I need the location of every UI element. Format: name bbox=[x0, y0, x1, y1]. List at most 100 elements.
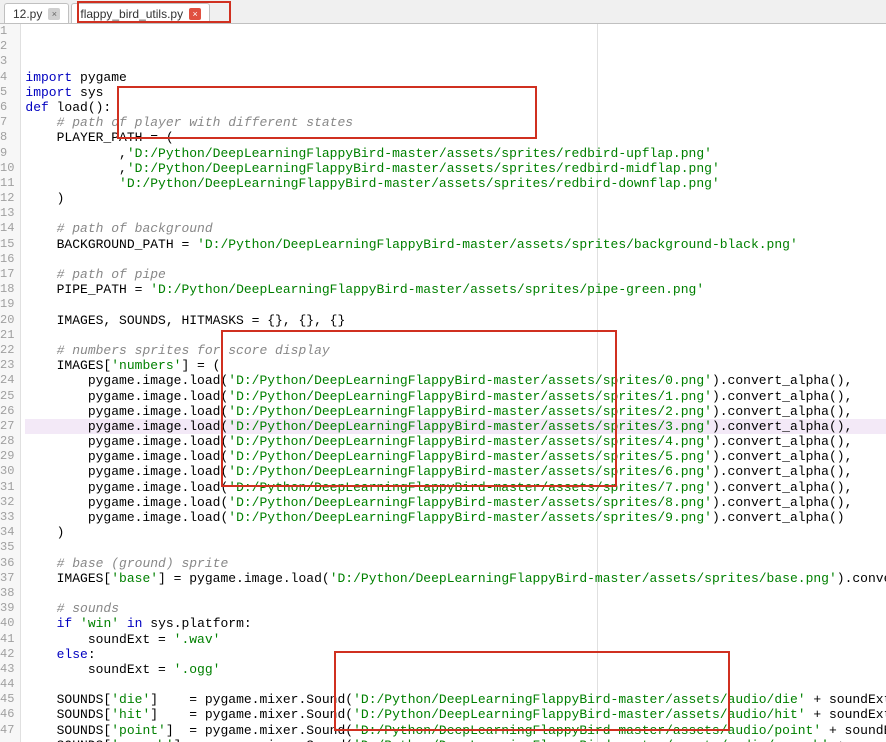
code-line[interactable]: else: bbox=[25, 647, 886, 662]
code-line[interactable] bbox=[25, 677, 886, 692]
line-number: 28 bbox=[0, 434, 14, 449]
line-number: 43 bbox=[0, 662, 14, 677]
line-number: 20 bbox=[0, 313, 14, 328]
line-number: 12 bbox=[0, 191, 14, 206]
line-number: 38 bbox=[0, 586, 14, 601]
code-line[interactable]: if 'win' in sys.platform: bbox=[25, 616, 886, 631]
line-number: 44 bbox=[0, 677, 14, 692]
code-line[interactable]: pygame.image.load('D:/Python/DeepLearnin… bbox=[25, 464, 886, 479]
code-line[interactable]: pygame.image.load('D:/Python/DeepLearnin… bbox=[25, 510, 886, 525]
line-number: 23 bbox=[0, 358, 14, 373]
code-line[interactable]: pygame.image.load('D:/Python/DeepLearnin… bbox=[25, 434, 886, 449]
code-line[interactable]: import sys bbox=[25, 85, 886, 100]
code-line[interactable]: SOUNDS['point'] = pygame.mixer.Sound('D:… bbox=[25, 723, 886, 738]
line-number: 42 bbox=[0, 647, 14, 662]
code-line[interactable]: # path of player with different states bbox=[25, 115, 886, 130]
code-line[interactable]: pygame.image.load('D:/Python/DeepLearnin… bbox=[25, 495, 886, 510]
line-number: 16 bbox=[0, 252, 14, 267]
tab-label: 12.py bbox=[13, 7, 42, 21]
line-number: 1 bbox=[0, 24, 14, 39]
code-line[interactable] bbox=[25, 297, 886, 312]
line-number: 37 bbox=[0, 571, 14, 586]
line-number: 7 bbox=[0, 115, 14, 130]
tab-flappy-bird-utils[interactable]: flappy_bird_utils.py × bbox=[71, 3, 210, 23]
code-line[interactable] bbox=[25, 206, 886, 221]
code-line[interactable]: SOUNDS['swoosh'] = pygame.mixer.Sound('D… bbox=[25, 738, 886, 742]
modified-icon[interactable]: × bbox=[189, 8, 201, 20]
tab-12py[interactable]: 12.py × bbox=[4, 3, 69, 23]
line-number: 33 bbox=[0, 510, 14, 525]
line-number: 29 bbox=[0, 449, 14, 464]
code-line[interactable] bbox=[25, 328, 886, 343]
line-number: 32 bbox=[0, 495, 14, 510]
line-number: 18 bbox=[0, 282, 14, 297]
code-line[interactable]: pygame.image.load('D:/Python/DeepLearnin… bbox=[25, 404, 886, 419]
line-number: 14 bbox=[0, 221, 14, 236]
line-number: 3 bbox=[0, 54, 14, 69]
code-line[interactable]: IMAGES, SOUNDS, HITMASKS = {}, {}, {} bbox=[25, 313, 886, 328]
line-number: 35 bbox=[0, 540, 14, 555]
line-number: 45 bbox=[0, 692, 14, 707]
code-line[interactable]: ,'D:/Python/DeepLearningFlappyBird-maste… bbox=[25, 146, 886, 161]
line-number: 36 bbox=[0, 556, 14, 571]
code-area[interactable]: import pygameimport sysdef load(): # pat… bbox=[21, 24, 886, 742]
line-number: 5 bbox=[0, 85, 14, 100]
line-number: 41 bbox=[0, 632, 14, 647]
code-line[interactable]: soundExt = '.wav' bbox=[25, 632, 886, 647]
line-number: 17 bbox=[0, 267, 14, 282]
code-line[interactable]: IMAGES['numbers'] = ( bbox=[25, 358, 886, 373]
editor[interactable]: 1234567891011121314151617181920212223242… bbox=[0, 24, 886, 742]
line-number: 34 bbox=[0, 525, 14, 540]
code-line[interactable] bbox=[25, 540, 886, 555]
line-number: 6 bbox=[0, 100, 14, 115]
line-number: 11 bbox=[0, 176, 14, 191]
line-number: 25 bbox=[0, 389, 14, 404]
line-number: 27 bbox=[0, 419, 14, 434]
code-line[interactable]: IMAGES['base'] = pygame.image.load('D:/P… bbox=[25, 571, 886, 586]
code-line[interactable] bbox=[25, 252, 886, 267]
line-number: 8 bbox=[0, 130, 14, 145]
line-number: 2 bbox=[0, 39, 14, 54]
line-number: 26 bbox=[0, 404, 14, 419]
code-line[interactable]: soundExt = '.ogg' bbox=[25, 662, 886, 677]
code-line[interactable]: pygame.image.load('D:/Python/DeepLearnin… bbox=[25, 389, 886, 404]
code-line[interactable] bbox=[25, 586, 886, 601]
tab-bar: 12.py × flappy_bird_utils.py × bbox=[0, 0, 886, 24]
line-number: 15 bbox=[0, 237, 14, 252]
code-line[interactable]: # numbers sprites for score display bbox=[25, 343, 886, 358]
line-number: 9 bbox=[0, 146, 14, 161]
line-number: 4 bbox=[0, 70, 14, 85]
code-line[interactable]: ) bbox=[25, 525, 886, 540]
code-line[interactable]: # base (ground) sprite bbox=[25, 556, 886, 571]
code-line[interactable]: # path of background bbox=[25, 221, 886, 236]
code-line[interactable]: 'D:/Python/DeepLearningFlappyBird-master… bbox=[25, 176, 886, 191]
code-line[interactable]: pygame.image.load('D:/Python/DeepLearnin… bbox=[25, 419, 886, 434]
code-line[interactable]: # path of pipe bbox=[25, 267, 886, 282]
code-line[interactable]: SOUNDS['hit'] = pygame.mixer.Sound('D:/P… bbox=[25, 707, 886, 722]
line-number: 31 bbox=[0, 480, 14, 495]
line-number: 13 bbox=[0, 206, 14, 221]
tab-label: flappy_bird_utils.py bbox=[80, 7, 183, 21]
line-number: 47 bbox=[0, 723, 14, 738]
code-line[interactable]: BACKGROUND_PATH = 'D:/Python/DeepLearnin… bbox=[25, 237, 886, 252]
line-number: 39 bbox=[0, 601, 14, 616]
line-number: 30 bbox=[0, 464, 14, 479]
code-line[interactable]: def load(): bbox=[25, 100, 886, 115]
line-number: 46 bbox=[0, 707, 14, 722]
line-gutter: 1234567891011121314151617181920212223242… bbox=[0, 24, 21, 742]
line-number: 24 bbox=[0, 373, 14, 388]
code-line[interactable]: pygame.image.load('D:/Python/DeepLearnin… bbox=[25, 373, 886, 388]
code-line[interactable]: pygame.image.load('D:/Python/DeepLearnin… bbox=[25, 449, 886, 464]
line-number: 22 bbox=[0, 343, 14, 358]
code-line[interactable]: import pygame bbox=[25, 70, 886, 85]
code-line[interactable]: SOUNDS['die'] = pygame.mixer.Sound('D:/P… bbox=[25, 692, 886, 707]
close-icon[interactable]: × bbox=[48, 8, 60, 20]
code-line[interactable]: ) bbox=[25, 191, 886, 206]
line-number: 40 bbox=[0, 616, 14, 631]
line-number: 10 bbox=[0, 161, 14, 176]
code-line[interactable]: PIPE_PATH = 'D:/Python/DeepLearningFlapp… bbox=[25, 282, 886, 297]
code-line[interactable]: # sounds bbox=[25, 601, 886, 616]
code-line[interactable]: ,'D:/Python/DeepLearningFlappyBird-maste… bbox=[25, 161, 886, 176]
code-line[interactable]: pygame.image.load('D:/Python/DeepLearnin… bbox=[25, 480, 886, 495]
code-line[interactable]: PLAYER_PATH = ( bbox=[25, 130, 886, 145]
